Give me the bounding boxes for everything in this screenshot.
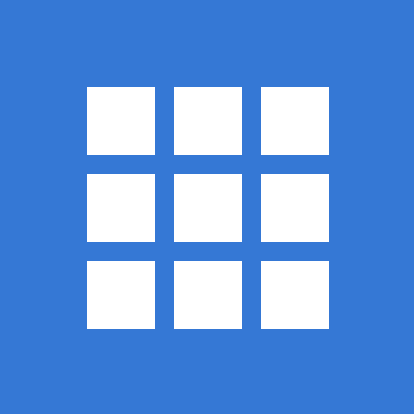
grid-cell xyxy=(174,87,242,155)
grid-cell xyxy=(261,261,329,329)
grid-cell xyxy=(87,87,155,155)
grid-cell xyxy=(174,174,242,242)
grid-cell xyxy=(87,261,155,329)
grid-cell xyxy=(174,261,242,329)
grid-cell xyxy=(261,87,329,155)
grid-icon xyxy=(87,87,329,329)
grid-cell xyxy=(261,174,329,242)
app-grid-icon[interactable] xyxy=(0,0,414,414)
grid-cell xyxy=(87,174,155,242)
